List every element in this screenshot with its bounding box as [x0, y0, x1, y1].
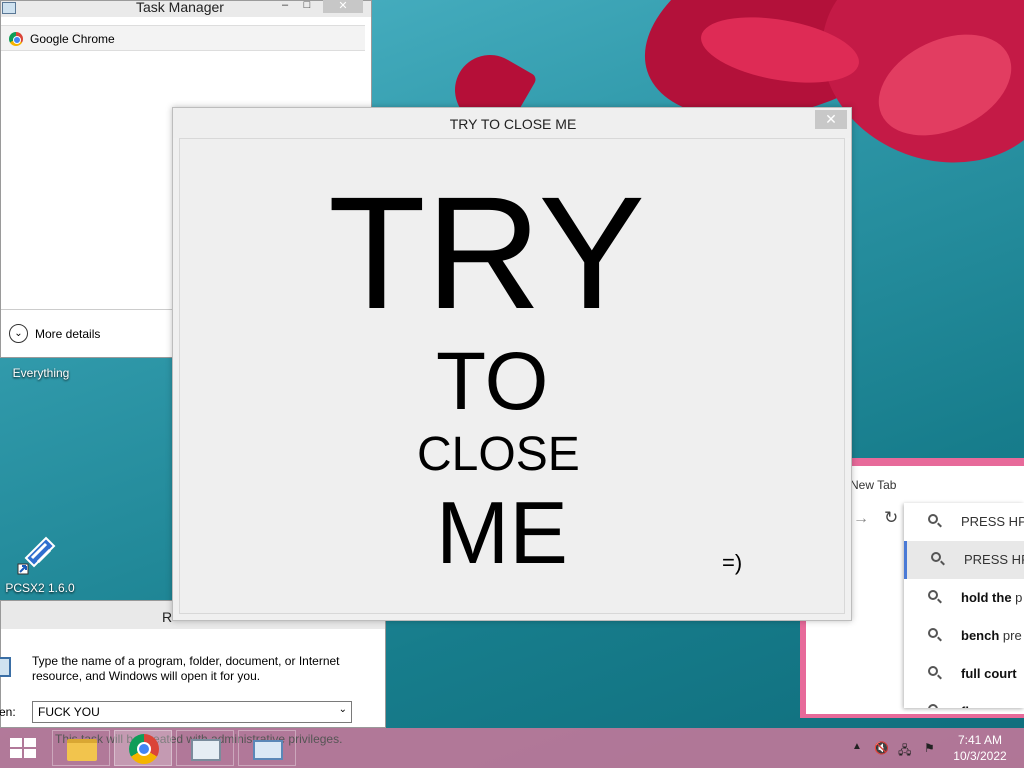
suggestion-text: pre	[999, 704, 1022, 708]
taskbar-task-manager[interactable]	[176, 730, 234, 766]
volume-muted-icon[interactable]: 🔇	[874, 741, 889, 755]
omnibox-suggestions[interactable]: PRESS HPP PRESS HPP hold the p bench pre…	[904, 503, 1024, 708]
task-manager-titlebar[interactable]: Task Manager – □ ✕	[1, 0, 371, 17]
chevron-down-icon[interactable]: ⌄	[9, 324, 28, 343]
maximize-button[interactable]: □	[293, 0, 321, 13]
popup-word-try: TRY	[328, 163, 646, 342]
more-details-link[interactable]: More details	[35, 327, 100, 341]
windows-logo-icon	[24, 749, 36, 758]
search-icon	[928, 590, 938, 600]
close-button[interactable]: ✕	[815, 110, 847, 129]
windows-logo-icon	[10, 749, 22, 758]
suggestion-bold: full court	[961, 666, 1017, 681]
suggestion-item[interactable]: bench pre	[904, 617, 1024, 655]
task-manager-icon	[191, 739, 221, 761]
popup-smiley: =)	[722, 550, 743, 575]
app-name: Google Chrome	[30, 32, 115, 46]
clock-time: 7:41 AM	[957, 733, 1003, 747]
search-icon	[928, 704, 938, 708]
taskbar-run[interactable]	[238, 730, 296, 766]
chrome-tab-new-tab[interactable]: New Tab	[850, 478, 896, 492]
popup-word-close: CLOSE	[417, 428, 580, 481]
suggestion-item[interactable]: full court	[904, 655, 1024, 693]
desktop-icon-label: Everything	[12, 366, 70, 380]
desktop-icon-pcsx2[interactable]: PCSX2 1.6.0	[4, 528, 76, 595]
search-icon	[928, 628, 938, 638]
run-input-value: FUCK YOU	[38, 705, 100, 719]
suggestion-item[interactable]: hold the p	[904, 579, 1024, 617]
search-icon	[928, 514, 938, 524]
run-icon	[253, 740, 283, 760]
taskbar-clock[interactable]: 7:41 AM 10/3/2022	[950, 732, 1010, 764]
popup-title: TRY TO CLOSE ME	[449, 116, 577, 132]
suggestion-bold: hold the	[961, 590, 1012, 605]
task-manager-title: Task Manager	[136, 0, 224, 15]
reload-icon[interactable]: ↻	[884, 508, 898, 528]
suggestion-item[interactable]: PRESS HPP	[904, 503, 1024, 541]
network-icon[interactable]: 🖧	[898, 741, 911, 762]
popup-body: TRY TO CLOSE ME =)	[179, 138, 845, 614]
desktop-icon-everything[interactable]: Everything	[6, 366, 76, 380]
open-label: en:	[0, 705, 16, 719]
search-icon	[928, 666, 938, 676]
show-hidden-icons-button[interactable]: ▲	[852, 741, 862, 752]
pcsx2-icon	[17, 536, 56, 575]
close-button[interactable]: ✕	[323, 0, 363, 13]
suggestion-text: p	[1011, 590, 1023, 605]
run-title: R	[162, 609, 173, 625]
taskbar-google-chrome[interactable]	[114, 730, 172, 766]
run-open-input[interactable]: FUCK YOU ⌄	[32, 701, 352, 723]
taskbar-file-explorer[interactable]	[52, 730, 110, 766]
suggestion-bold: bench	[961, 628, 1000, 643]
try-to-close-me-window[interactable]: TRY TO CLOSE ME ✕ TRY TO CLOSE ME =)	[172, 107, 852, 621]
popup-word-to: TO	[436, 336, 549, 427]
run-icon	[0, 657, 11, 677]
chevron-down-icon[interactable]: ⌄	[339, 704, 347, 715]
taskbar: This task will be created with administr…	[0, 728, 1024, 768]
suggestion-text: PRESS HPP	[961, 514, 1024, 529]
popup-word-me: ME	[436, 483, 568, 582]
desktop-icon-label: PCSX2 1.6.0	[5, 581, 75, 595]
task-manager-icon	[2, 2, 16, 14]
action-center-flag-icon[interactable]: ⚑	[924, 741, 935, 755]
folder-icon	[67, 739, 97, 761]
windows-logo-icon	[24, 738, 36, 747]
chrome-icon	[9, 32, 23, 46]
suggestion-text: pre	[999, 628, 1022, 643]
windows-logo-icon	[10, 738, 22, 747]
start-button[interactable]	[10, 738, 38, 760]
suggestion-item[interactable]: flower pre	[904, 693, 1024, 708]
search-icon	[931, 552, 941, 562]
chrome-icon	[129, 734, 159, 764]
suggestion-text: PRESS HPP	[964, 552, 1024, 567]
forward-arrow-icon[interactable]: →	[853, 510, 869, 528]
task-manager-app-row[interactable]: Google Chrome	[1, 25, 365, 51]
popup-titlebar[interactable]: TRY TO CLOSE ME ✕	[173, 108, 851, 138]
suggestion-item[interactable]: PRESS HPP	[904, 541, 1024, 579]
suggestion-bold: flower	[961, 704, 999, 708]
run-description: Type the name of a program, folder, docu…	[32, 654, 340, 683]
clock-date: 10/3/2022	[953, 749, 1007, 763]
